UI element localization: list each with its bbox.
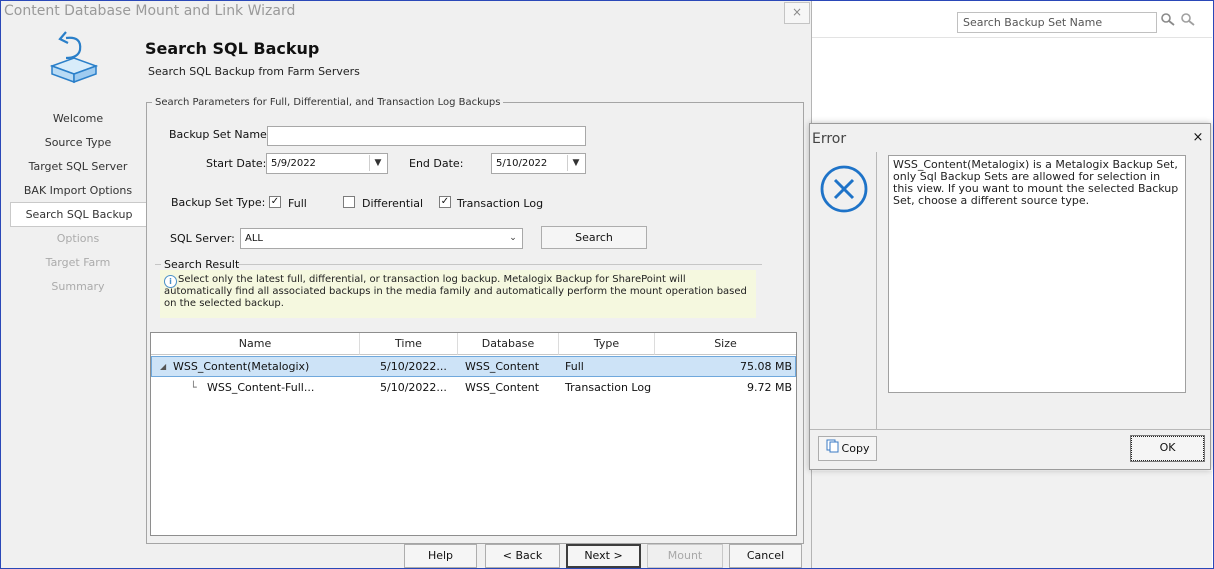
row-type: Transaction Log <box>565 381 652 394</box>
row-name: WSS_Content(Metalogix) <box>173 360 310 373</box>
error-circle-icon <box>818 163 870 215</box>
nav-item-options: Options <box>56 232 100 245</box>
result-divider-left <box>155 264 161 265</box>
row-time: 5/10/2022... <box>380 360 447 373</box>
chevron-down-icon[interactable]: ▼ <box>369 155 386 171</box>
end-date-picker[interactable]: 5/10/2022 ▼ <box>491 153 586 174</box>
end-date-label: End Date: <box>409 157 464 170</box>
nav-item-welcome[interactable]: Welcome <box>10 107 146 130</box>
nav-item-target-sql-server[interactable]: Target SQL Server <box>10 155 146 178</box>
search-button[interactable]: Search <box>541 226 647 249</box>
row-database: WSS_Content <box>465 360 540 373</box>
error-dialog-title: Error <box>812 131 847 147</box>
row-size: 9.72 MB <box>746 381 792 394</box>
next-button[interactable]: Next > <box>566 544 641 568</box>
transaction-log-checkbox[interactable]: ✓ <box>439 196 451 208</box>
mount-button: Mount <box>647 544 723 568</box>
column-header-name[interactable]: Name <box>151 333 360 355</box>
start-date-value: 5/9/2022 <box>271 158 316 169</box>
nav-item-bak-import-options[interactable]: BAK Import Options <box>10 179 146 202</box>
full-checkbox-label[interactable]: Full <box>288 197 307 210</box>
differential-checkbox[interactable] <box>343 196 355 208</box>
row-name: WSS_Content-Full... <box>207 381 315 394</box>
copy-icon <box>826 438 839 461</box>
transaction-log-checkbox-label[interactable]: Transaction Log <box>457 197 543 210</box>
expand-arrow-icon[interactable]: ◢ <box>160 357 166 377</box>
row-size: 75.08 MB <box>739 360 792 373</box>
clear-search-icon[interactable] <box>1178 12 1197 33</box>
ok-button[interactable]: OK <box>1130 435 1205 462</box>
column-header-database[interactable]: Database <box>458 333 559 355</box>
cancel-button[interactable]: Cancel <box>729 544 802 568</box>
wizard-close-button[interactable]: × <box>784 2 810 24</box>
wizard-title: Content Database Mount and Link Wizard <box>4 3 296 19</box>
error-message-box[interactable]: WSS_Content(Metalogix) is a Metalogix Ba… <box>888 155 1186 393</box>
start-date-label: Start Date: <box>206 157 267 170</box>
search-icon[interactable] <box>1158 12 1177 33</box>
background-panel <box>812 471 1212 568</box>
row-type: Full <box>565 360 584 373</box>
end-date-value: 5/10/2022 <box>496 158 548 169</box>
start-date-picker[interactable]: 5/9/2022 ▼ <box>266 153 388 174</box>
full-checkbox[interactable]: ✓ <box>269 196 281 208</box>
copy-button[interactable]: Copy <box>818 436 877 461</box>
search-parameters-legend: Search Parameters for Full, Differential… <box>152 97 504 108</box>
row-database: WSS_Content <box>465 381 540 394</box>
row-time: 5/10/2022... <box>380 381 447 394</box>
chevron-down-icon[interactable]: ▼ <box>567 155 584 171</box>
chevron-down-icon[interactable]: ⌄ <box>505 230 521 246</box>
column-header-type[interactable]: Type <box>559 333 655 355</box>
page-title: Search SQL Backup <box>145 39 320 58</box>
nav-item-target-farm: Target Farm <box>45 256 111 269</box>
back-button[interactable]: < Back <box>485 544 560 568</box>
column-header-size[interactable]: Size <box>655 333 796 355</box>
backup-set-type-label: Backup Set Type: <box>171 196 266 209</box>
error-dialog-divider <box>876 152 877 430</box>
sql-server-select[interactable]: ALL ⌄ <box>240 228 523 249</box>
info-banner-text: Select only the latest full, differentia… <box>164 274 747 309</box>
nav-item-source-type[interactable]: Source Type <box>10 131 146 154</box>
sql-server-label: SQL Server: <box>170 232 235 245</box>
result-divider-right <box>238 264 762 265</box>
copy-button-label: Copy <box>841 442 870 455</box>
backup-set-search-input[interactable]: Search Backup Set Name <box>957 12 1157 33</box>
error-dialog-close-button[interactable]: × <box>1186 128 1210 148</box>
database-mount-icon <box>44 30 104 86</box>
sql-server-value: ALL <box>245 233 263 244</box>
differential-checkbox-label[interactable]: Differential <box>362 197 423 210</box>
error-dialog-footer-divider <box>810 429 1210 430</box>
help-button[interactable]: Help <box>404 544 477 568</box>
page-subtitle: Search SQL Backup from Farm Servers <box>148 65 360 78</box>
nav-item-summary: Summary <box>51 280 105 293</box>
backup-set-name-label: Backup Set Name: <box>169 128 271 141</box>
backup-set-name-input[interactable] <box>267 126 586 146</box>
nav-item-search-sql-backup[interactable]: Search SQL Backup <box>10 202 147 227</box>
tree-branch-icon: └ <box>190 381 197 394</box>
column-header-time[interactable]: Time <box>360 333 458 355</box>
